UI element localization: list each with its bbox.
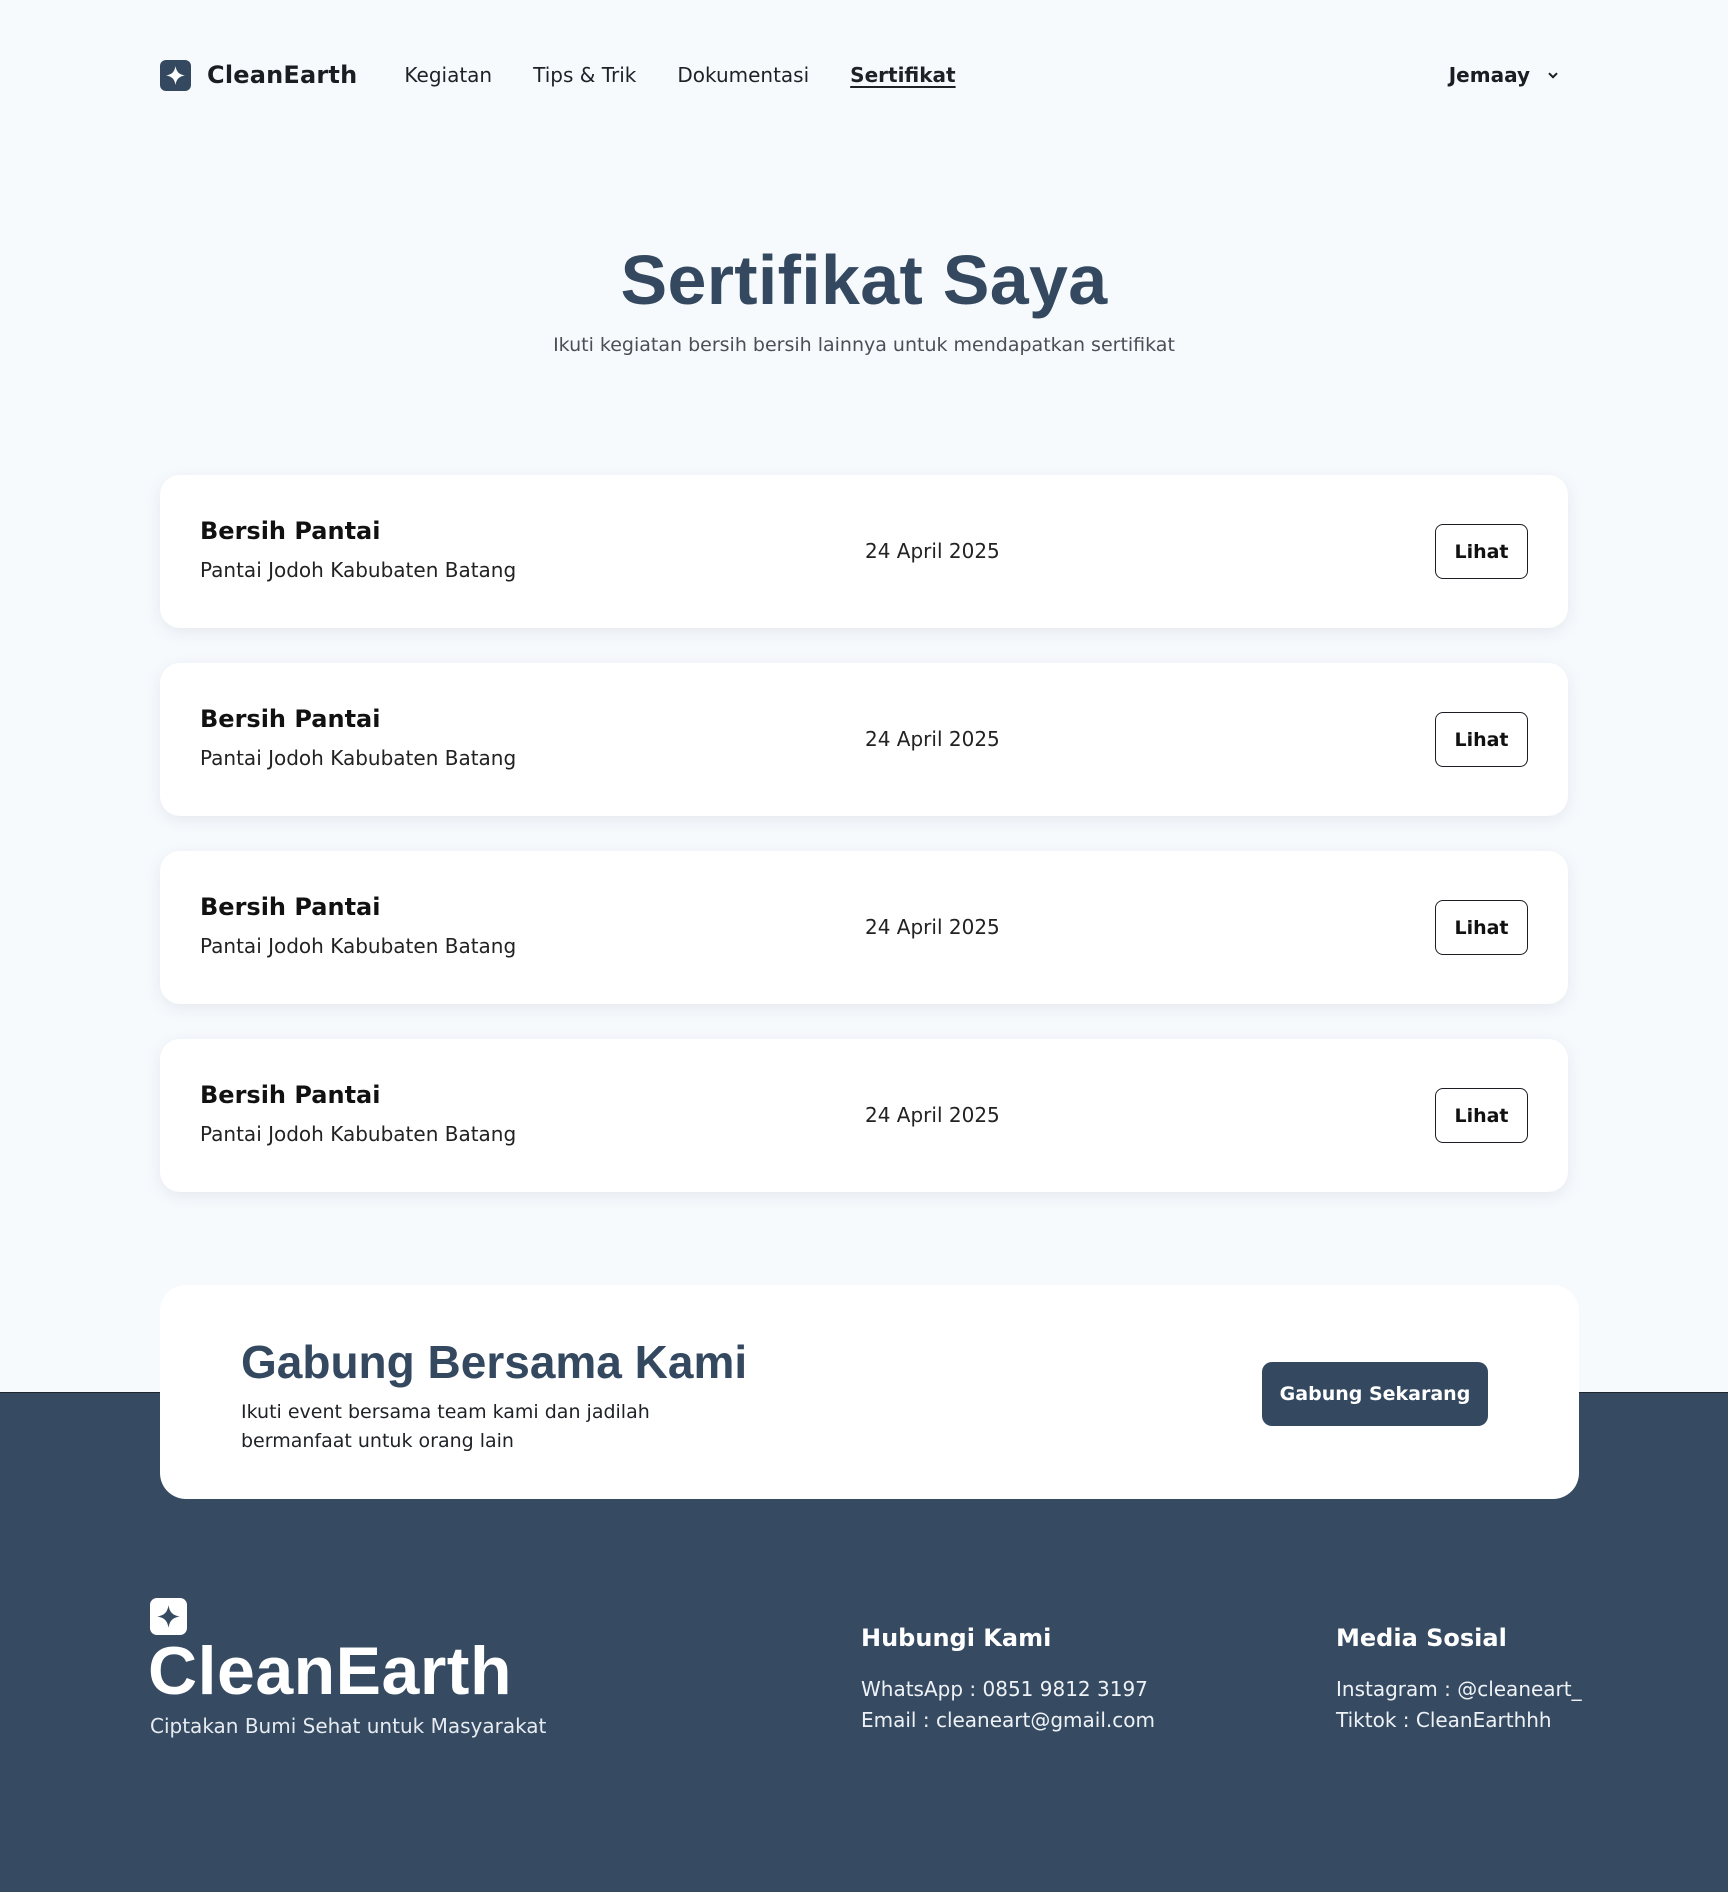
certificate-card: Bersih Pantai Pantai Jodoh Kabubaten Bat…: [160, 663, 1568, 816]
view-certificate-button[interactable]: Lihat: [1435, 1088, 1528, 1143]
nav-item-tips-trik[interactable]: Tips & Trik: [533, 63, 636, 87]
footer-social-section: Media Sosial Instagram : @cleaneart_ Tik…: [1336, 1624, 1582, 1736]
brand-logo-link[interactable]: CleanEarth: [160, 59, 358, 91]
footer-instagram[interactable]: Instagram : @cleaneart_: [1336, 1674, 1582, 1705]
certificate-date: 24 April 2025: [865, 915, 1000, 939]
join-cta-card: Gabung Bersama Kami Ikuti event bersama …: [160, 1285, 1579, 1499]
page-header: Sertifikat Saya Ikuti kegiatan bersih be…: [0, 240, 1728, 356]
certificate-card: Bersih Pantai Pantai Jodoh Kabubaten Bat…: [160, 475, 1568, 628]
nav-item-kegiatan[interactable]: Kegiatan: [404, 63, 492, 87]
certificate-title: Bersih Pantai: [200, 705, 381, 733]
user-menu[interactable]: Jemaay: [1449, 63, 1558, 87]
view-certificate-button[interactable]: Lihat: [1435, 524, 1528, 579]
footer-social-title: Media Sosial: [1336, 1624, 1507, 1652]
footer-tagline: Ciptakan Bumi Sehat untuk Masyarakat: [150, 1714, 547, 1738]
view-certificate-button[interactable]: Lihat: [1435, 712, 1528, 767]
certificate-date: 24 April 2025: [865, 539, 1000, 563]
view-certificate-button[interactable]: Lihat: [1435, 900, 1528, 955]
certificate-location: Pantai Jodoh Kabubaten Batang: [200, 746, 517, 770]
footer-whatsapp[interactable]: WhatsApp : 0851 9812 3197: [861, 1674, 1155, 1705]
sparkle-icon: [160, 59, 191, 91]
certificate-date: 24 April 2025: [865, 727, 1000, 751]
nav-item-sertifikat[interactable]: Sertifikat: [850, 63, 955, 87]
main-menu: Kegiatan Tips & Trik Dokumentasi Sertifi…: [404, 63, 996, 87]
certificate-location: Pantai Jodoh Kabubaten Batang: [200, 934, 517, 958]
top-nav: CleanEarth Kegiatan Tips & Trik Dokument…: [160, 50, 1568, 100]
certificate-date: 24 April 2025: [865, 1103, 1000, 1127]
certificate-location: Pantai Jodoh Kabubaten Batang: [200, 558, 517, 582]
footer-contact-section: Hubungi Kami WhatsApp : 0851 9812 3197 E…: [861, 1624, 1155, 1736]
footer-email[interactable]: Email : cleaneart@gmail.com: [861, 1705, 1155, 1736]
nav-item-dokumentasi[interactable]: Dokumentasi: [677, 63, 809, 87]
user-name: Jemaay: [1448, 63, 1530, 87]
chevron-down-icon: [1548, 68, 1558, 82]
footer-contact-title: Hubungi Kami: [861, 1624, 1052, 1652]
join-now-button[interactable]: Gabung Sekarang: [1262, 1362, 1488, 1426]
footer-brand-name: CleanEarth: [148, 1633, 512, 1709]
certificate-title: Bersih Pantai: [200, 517, 381, 545]
sparkle-icon: [150, 1598, 187, 1635]
cta-title: Gabung Bersama Kami: [241, 1336, 748, 1388]
brand-name: CleanEarth: [207, 61, 358, 89]
certificate-card: Bersih Pantai Pantai Jodoh Kabubaten Bat…: [160, 1039, 1568, 1192]
footer-tiktok[interactable]: Tiktok : CleanEarthhh: [1336, 1705, 1582, 1736]
certificate-card: Bersih Pantai Pantai Jodoh Kabubaten Bat…: [160, 851, 1568, 1004]
page-subtitle: Ikuti kegiatan bersih bersih lainnya unt…: [553, 334, 1175, 356]
page-title: Sertifikat Saya: [620, 241, 1108, 319]
certificate-location: Pantai Jodoh Kabubaten Batang: [200, 1122, 517, 1146]
certificate-title: Bersih Pantai: [200, 1081, 381, 1109]
cta-text: Ikuti event bersama team kami dan jadila…: [241, 1401, 650, 1452]
certificate-title: Bersih Pantai: [200, 893, 381, 921]
